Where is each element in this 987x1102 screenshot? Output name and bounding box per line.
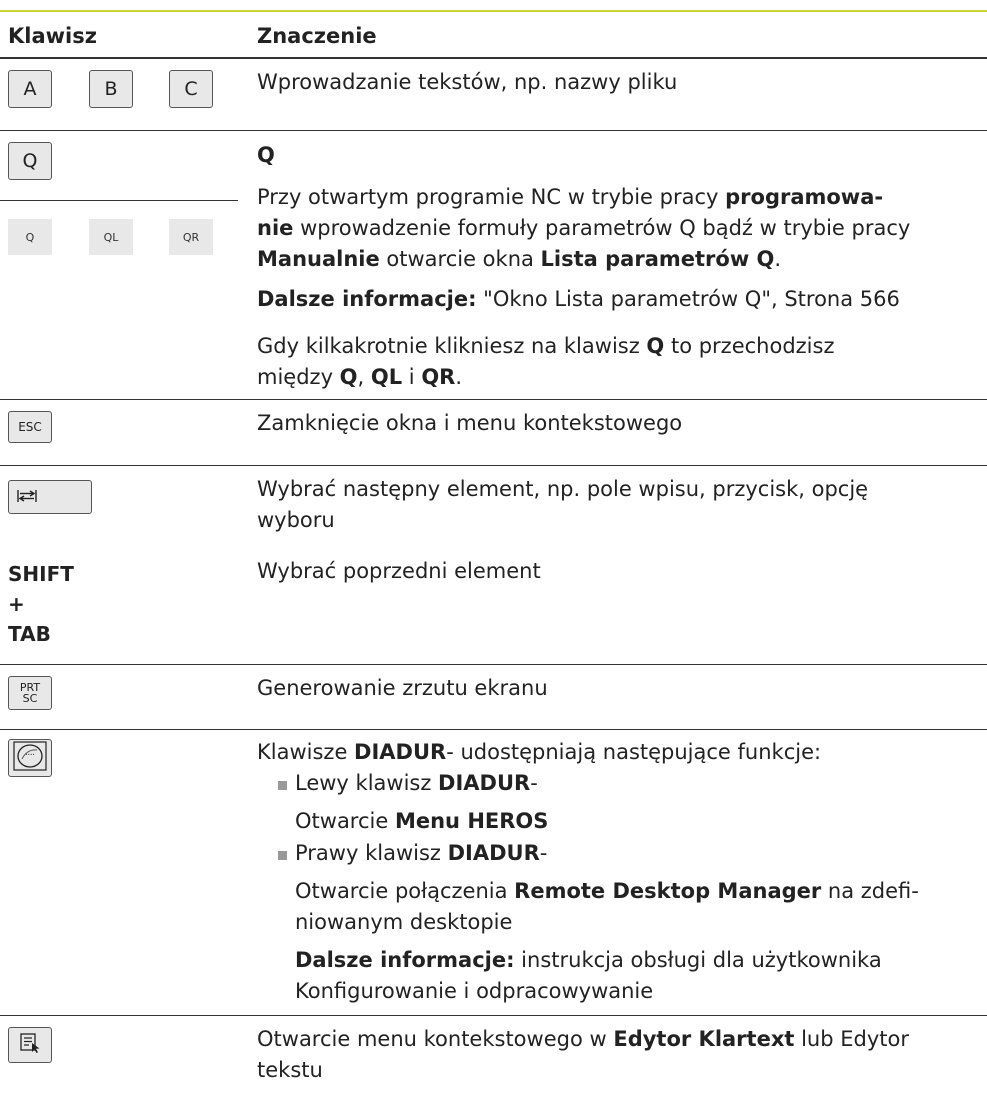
q-paragraph-line2: nie wprowadzenie formuły parametrów Q bą… xyxy=(257,216,911,240)
diadur-intro: Klawisze DIADUR- udostępniają następując… xyxy=(257,740,822,764)
tab-label: TAB xyxy=(8,622,51,646)
abc-description: Wprowadzanie tekstów, np. nazwy pliku xyxy=(257,70,678,94)
q-note-line2: między Q, QL i QR. xyxy=(257,365,463,389)
bullet xyxy=(278,781,287,790)
bullet xyxy=(278,851,287,860)
diadur-info-line1: Dalsze informacje: instrukcja obsługi dl… xyxy=(295,948,882,972)
q-info: Dalsze informacje: "Okno Lista parametró… xyxy=(257,287,900,311)
key-esc[interactable]: ESC xyxy=(8,411,52,443)
softkey-qr[interactable]: QR xyxy=(169,219,213,255)
row-divider xyxy=(0,729,987,730)
header-meaning: Znaczenie xyxy=(257,24,377,48)
diadur-left-open: Otwarcie Menu HEROS xyxy=(295,809,549,833)
diadur-right-key: Prawy klawisz DIADUR- xyxy=(295,841,548,865)
softkey-q[interactable]: Q xyxy=(8,219,52,255)
diadur-icon: •••• xyxy=(13,740,47,776)
diadur-left-key: Lewy klawisz DIADUR- xyxy=(295,771,538,795)
diadur-info-line2: Konfigurowanie i odpracowywanie xyxy=(295,979,654,1003)
tab-description-line2: wyboru xyxy=(257,508,335,532)
context-description-line1: Otwarcie menu kontekstowego w Edytor Kla… xyxy=(257,1027,909,1051)
key-subdivider xyxy=(0,200,238,201)
prtsc-description: Generowanie zrzutu ekranu xyxy=(257,676,548,700)
q-paragraph-line1: Przy otwartym programie NC w trybie prac… xyxy=(257,185,884,209)
svg-text:••••: •••• xyxy=(25,752,34,757)
key-prt-sc[interactable]: PRT SC xyxy=(8,676,52,710)
key-b[interactable]: B xyxy=(89,70,133,108)
key-q[interactable]: Q xyxy=(8,142,52,180)
diadur-right-open-line1: Otwarcie połączenia Remote Desktop Manag… xyxy=(295,879,919,903)
context-menu-icon xyxy=(19,1032,41,1058)
row-divider xyxy=(0,1015,987,1016)
key-tab[interactable] xyxy=(8,480,92,514)
q-paragraph-line3: Manualnie otwarcie okna Lista parametrów… xyxy=(257,247,782,271)
key-context-menu[interactable] xyxy=(8,1027,52,1063)
header-key: Klawisz xyxy=(8,24,97,48)
top-rule xyxy=(0,10,987,12)
row-divider xyxy=(0,399,987,400)
esc-description: Zamknięcie okna i menu kontekstowego xyxy=(257,411,683,435)
key-c[interactable]: C xyxy=(169,70,213,108)
shift-label: SHIFT xyxy=(8,562,74,586)
row-divider xyxy=(0,130,987,131)
row-divider xyxy=(0,465,987,466)
tab-arrows-icon xyxy=(17,486,37,508)
diadur-right-open-line2: niowanym desktopie xyxy=(295,910,513,934)
key-diadur[interactable]: •••• xyxy=(8,739,52,777)
row-divider xyxy=(0,664,987,665)
shift-tab-description: Wybrać poprzedni element xyxy=(257,559,541,583)
header-divider xyxy=(0,57,987,59)
plus-label: + xyxy=(8,592,25,616)
context-description-line2: tekstu xyxy=(257,1058,323,1082)
q-note-line1: Gdy kilkakrotnie klikniesz na klawisz Q … xyxy=(257,334,835,358)
q-title: Q xyxy=(257,143,275,167)
softkey-ql[interactable]: QL xyxy=(89,219,133,255)
tab-description-line1: Wybrać następny element, np. pole wpisu,… xyxy=(257,477,869,501)
key-a[interactable]: A xyxy=(8,70,52,108)
